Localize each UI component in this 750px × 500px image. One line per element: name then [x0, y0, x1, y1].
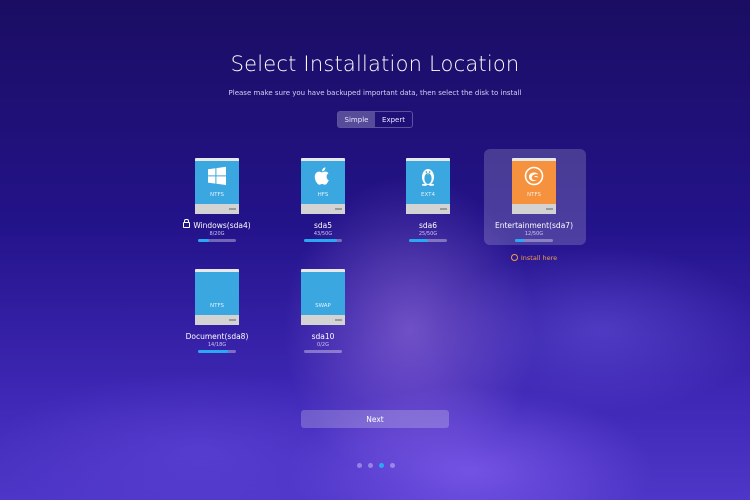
- usage-bar: [515, 239, 553, 242]
- disk-name: Document(sda8): [185, 332, 249, 341]
- apple-logo-icon: [314, 167, 329, 185]
- disk-name: sda10: [311, 332, 335, 341]
- page-dot[interactable]: [357, 463, 362, 468]
- disk-icon: EXT4: [406, 158, 450, 215]
- page-dot[interactable]: [368, 463, 373, 468]
- filesystem-label: NTFS: [209, 192, 225, 198]
- usage-bar: [409, 239, 447, 242]
- windows-logo-icon: [208, 166, 226, 185]
- deepin-logo-icon: [524, 166, 544, 186]
- filesystem-label: NTFS: [526, 192, 542, 198]
- tab-expert[interactable]: Expert: [375, 112, 412, 127]
- filesystem-label: EXT4: [420, 192, 435, 198]
- linux-penguin-icon: [421, 169, 435, 186]
- page-title: Select Installation Location: [230, 52, 520, 76]
- next-button[interactable]: Next: [301, 410, 449, 428]
- disk-name: sda6: [418, 221, 438, 230]
- page-dot[interactable]: [390, 463, 395, 468]
- disk-size: 14/18G: [207, 342, 227, 348]
- usage-bar: [198, 350, 236, 353]
- disk-icon: SWAP: [301, 269, 345, 326]
- install-target-icon: [510, 254, 518, 261]
- filesystem-label: HFS: [317, 192, 329, 198]
- filesystem-label: NTFS: [209, 303, 225, 309]
- disk-icon: NTFS: [195, 158, 239, 215]
- usage-bar: [198, 239, 236, 242]
- disk-name: Windows(sda4): [193, 221, 251, 230]
- disk-size: 12/50G: [524, 231, 544, 237]
- disk-size: 0/2G: [317, 342, 329, 348]
- usage-bar: [304, 239, 342, 242]
- usage-bar: [304, 350, 342, 353]
- page-indicator: [357, 463, 395, 468]
- lock-icon: [183, 219, 191, 228]
- disk-size: 43/50G: [313, 231, 333, 237]
- disk-name: Entertainment(sda7): [494, 221, 573, 230]
- disk-icon: HFS: [301, 158, 345, 215]
- disk-size: 8/20G: [209, 231, 225, 237]
- page-subtitle: Please make sure you have backuped impor…: [228, 89, 522, 97]
- install-here-label: Install here: [520, 254, 558, 262]
- filesystem-label: SWAP: [315, 303, 331, 309]
- disk-icon: NTFS: [195, 269, 239, 326]
- disk-size: 25/50G: [418, 231, 438, 237]
- install-here-indicator: Install here: [486, 254, 582, 262]
- tab-simple[interactable]: Simple: [338, 112, 375, 127]
- page-dot-current[interactable]: [379, 463, 384, 468]
- mode-switch: Simple Expert: [337, 111, 413, 128]
- disk-name: sda5: [313, 221, 333, 230]
- disk-icon: NTFS: [512, 158, 556, 215]
